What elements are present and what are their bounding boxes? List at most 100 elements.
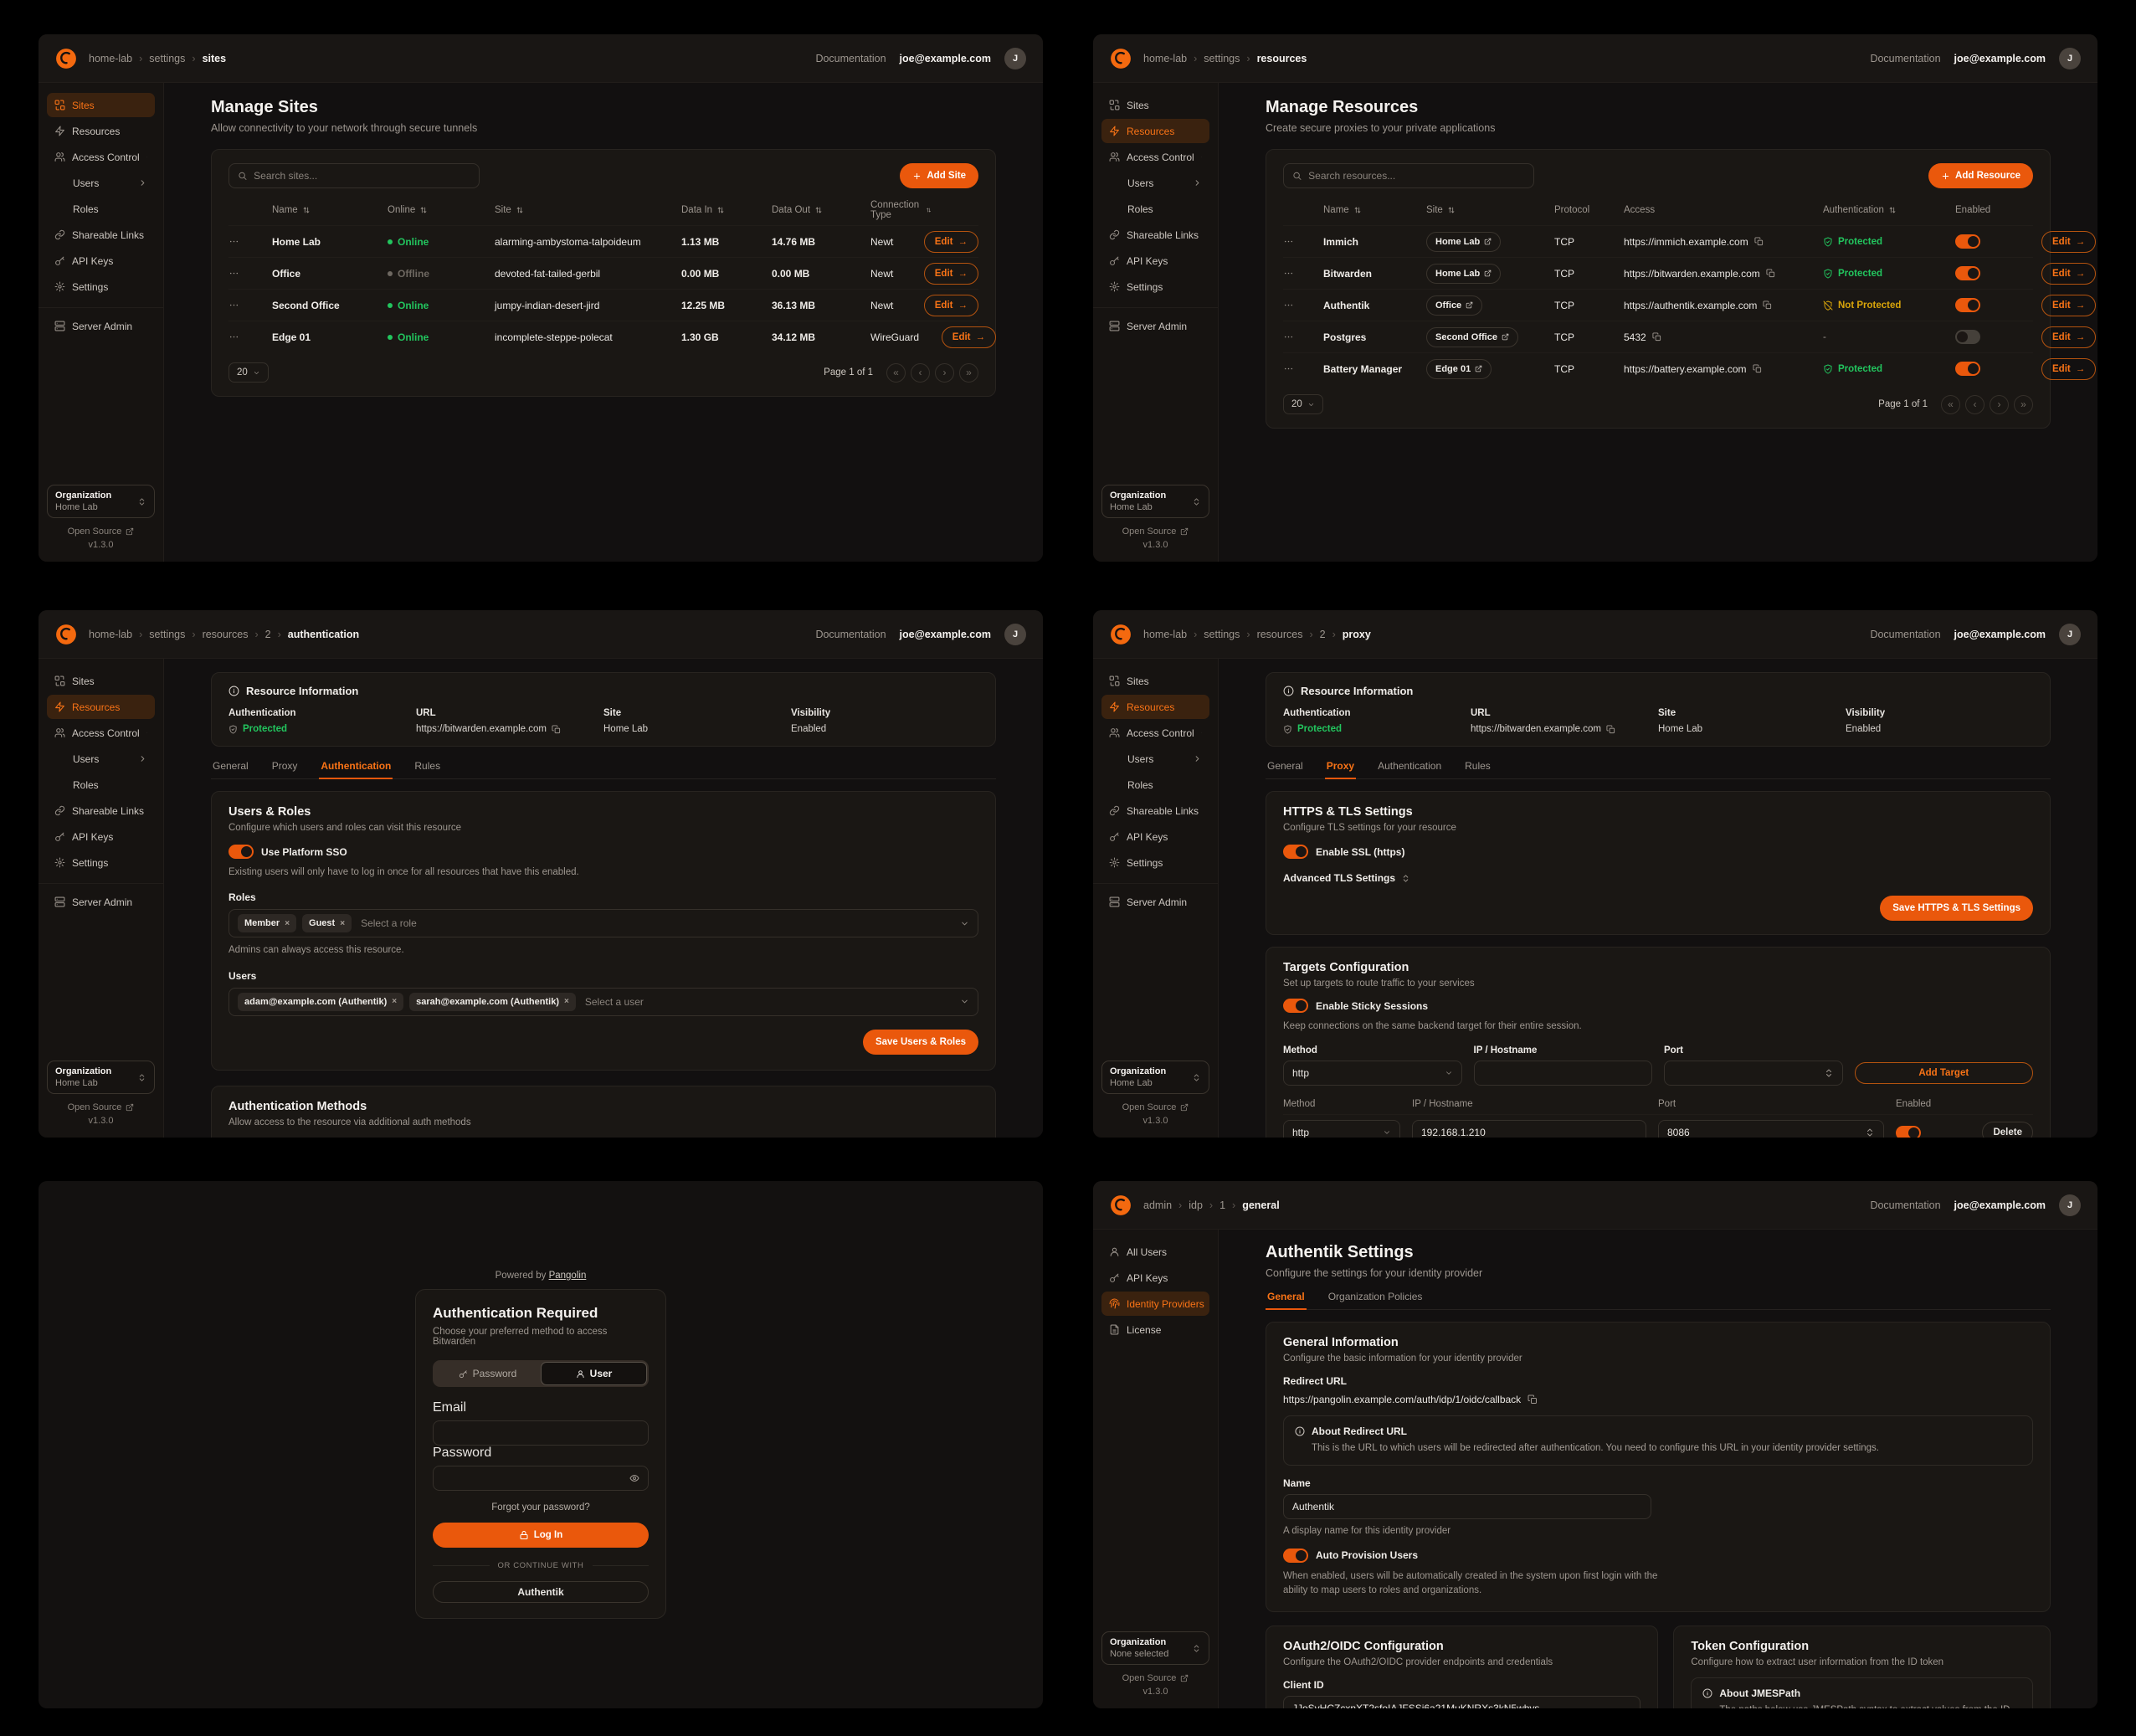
avatar[interactable]: J [2059,48,2081,69]
sidebar-item[interactable]: Resources [1101,695,1209,719]
platform-sso-toggle[interactable] [228,845,254,859]
column-header[interactable]: Data Out [772,205,864,215]
user-chip[interactable]: sarah@example.com (Authentik)× [409,993,576,1011]
login-button[interactable]: Log In [433,1523,649,1548]
sidebar-item[interactable]: API Keys [1101,1266,1209,1290]
site-link[interactable]: Office [1426,295,1482,316]
search-input[interactable] [1283,163,1534,188]
table-row[interactable]: Second Office Online jumpy-indian-desert… [228,289,978,321]
organization-selector[interactable]: OrganizationHome Lab [47,1061,155,1094]
documentation-link[interactable]: Documentation [1870,53,1940,64]
remove-chip-icon[interactable]: × [340,919,345,928]
sidebar-item[interactable]: Sites [47,669,155,693]
sidebar-item[interactable]: API Keys [1101,249,1209,273]
tab[interactable]: Proxy [270,760,300,778]
breadcrumb-item[interactable]: settings [1204,53,1240,64]
sidebar-item[interactable]: License [1101,1317,1209,1342]
breadcrumb-item[interactable]: admin [1143,1199,1172,1211]
sidebar-item[interactable]: API Keys [1101,824,1209,849]
sidebar-item[interactable]: Users [1101,747,1209,771]
copy-icon[interactable] [552,725,561,734]
sidebar-item[interactable]: Settings [1101,275,1209,299]
sidebar-item[interactable]: Users [47,171,155,195]
avatar[interactable]: J [2059,624,2081,645]
enable-ssl-toggle[interactable] [1283,845,1308,859]
table-row[interactable]: Edge 01 Online incomplete-steppe-polecat… [228,321,978,352]
save-https-tls-button[interactable]: Save HTTPS & TLS Settings [1880,896,2033,921]
sidebar-item[interactable]: Access Control [1101,145,1209,169]
tab[interactable]: Proxy [1325,760,1356,778]
column-header[interactable]: Site [495,205,675,215]
user-email[interactable]: joe@example.com [1954,53,2046,64]
tab[interactable]: Organization Policies [1327,1291,1425,1309]
user-email[interactable]: joe@example.com [900,629,991,640]
sidebar-item[interactable]: API Keys [47,824,155,849]
edit-button[interactable]: Edit→ [924,263,978,285]
avatar[interactable]: J [1004,48,1026,69]
advanced-tls-settings-toggle[interactable]: Advanced TLS Settings [1283,872,1410,884]
sidebar-item[interactable]: Server Admin [47,314,155,338]
sidebar-item[interactable]: Access Control [47,145,155,169]
breadcrumb-item[interactable]: idp [1189,1199,1203,1211]
table-row[interactable]: Authentik Office TCP https://authentik.e… [1283,289,2033,321]
column-header[interactable]: Name [1323,205,1420,215]
breadcrumb-item[interactable]: home-lab [89,53,132,64]
prev-page-button[interactable]: ‹ [911,363,930,383]
edit-button[interactable]: Edit→ [2041,231,2096,253]
sidebar-item[interactable]: Settings [1101,850,1209,875]
sidebar-item[interactable]: Shareable Links [1101,223,1209,247]
next-page-button[interactable]: › [935,363,954,383]
remove-chip-icon[interactable]: × [285,919,290,928]
sidebar-item[interactable]: Settings [47,275,155,299]
enabled-toggle[interactable] [1955,330,1980,344]
row-menu-icon[interactable] [1283,363,1294,374]
first-page-button[interactable]: « [1941,395,1960,414]
email-field[interactable] [433,1420,649,1446]
password-field[interactable] [433,1466,649,1491]
organization-selector[interactable]: OrganizationHome Lab [47,485,155,518]
column-header[interactable]: Enabled [1955,205,2035,215]
delete-target-button[interactable]: Delete [1982,1122,2033,1138]
column-header[interactable]: Online [388,205,488,215]
breadcrumb-item[interactable]: proxy [1343,629,1371,640]
sidebar-item[interactable]: All Users [1101,1240,1209,1264]
avatar[interactable]: J [2059,1194,2081,1216]
auto-provision-toggle[interactable] [1283,1549,1308,1563]
enabled-toggle[interactable] [1955,234,1980,249]
open-source-link[interactable]: Open Source [1122,526,1189,537]
client-id-input[interactable] [1283,1696,1641,1708]
sidebar-item[interactable]: Shareable Links [47,223,155,247]
enabled-toggle[interactable] [1955,362,1980,376]
copy-icon[interactable] [1528,1394,1538,1405]
table-row[interactable]: Office Offline devoted-fat-tailed-gerbil… [228,257,978,289]
user-email[interactable]: joe@example.com [1954,629,2046,640]
add-target-button[interactable]: Add Target [1855,1062,2034,1084]
breadcrumb-item[interactable]: resources [1257,53,1307,64]
breadcrumb-item[interactable]: general [1242,1199,1279,1211]
breadcrumb-item[interactable]: settings [149,629,185,640]
site-link[interactable]: Home Lab [1426,232,1501,252]
target-enabled-toggle[interactable] [1896,1126,1921,1138]
edit-button[interactable]: Edit→ [924,231,978,253]
row-menu-icon[interactable] [228,331,239,342]
tab[interactable]: General [211,760,250,778]
tab[interactable]: Authentication [319,760,393,778]
sidebar-item[interactable]: Server Admin [47,890,155,914]
organization-selector[interactable]: OrganizationNone selected [1101,1631,1209,1665]
sidebar-item[interactable]: Access Control [47,721,155,745]
port-input[interactable] [1664,1061,1843,1086]
row-menu-icon[interactable] [1283,331,1294,342]
edit-button[interactable]: Edit→ [2041,263,2096,285]
documentation-link[interactable]: Documentation [1870,629,1940,640]
sidebar-item[interactable]: Server Admin [1101,314,1209,338]
copy-icon[interactable] [1763,300,1772,310]
target-method-select[interactable]: http [1283,1120,1400,1138]
tab-user[interactable]: User [541,1362,647,1385]
breadcrumb-item[interactable]: home-lab [1143,629,1187,640]
sidebar-item[interactable]: Shareable Links [47,799,155,823]
first-page-button[interactable]: « [886,363,906,383]
last-page-button[interactable]: » [959,363,978,383]
user-email[interactable]: joe@example.com [1954,1199,2046,1211]
column-header[interactable]: Data In [681,205,765,215]
sidebar-item[interactable]: Access Control [1101,721,1209,745]
